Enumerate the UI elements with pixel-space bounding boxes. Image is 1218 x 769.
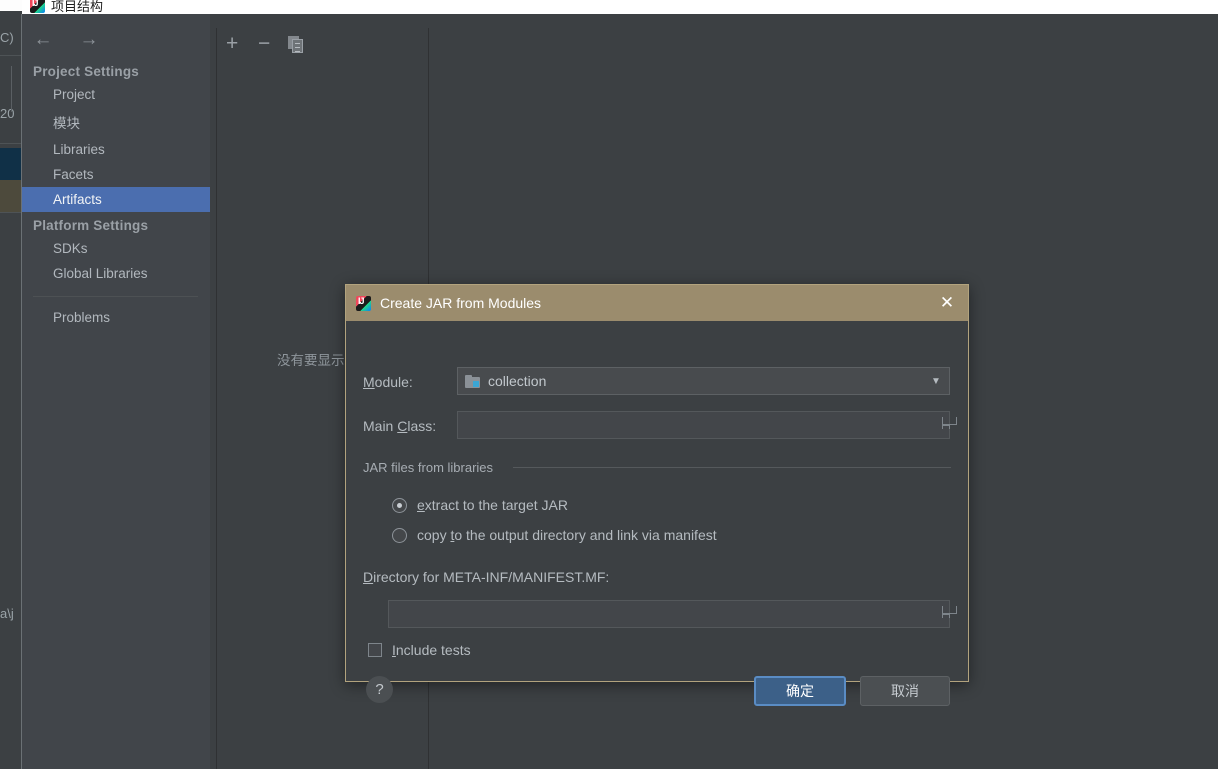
artifacts-list-divider — [216, 28, 217, 769]
module-selected-value: collection — [488, 373, 547, 389]
edge-divider-2 — [0, 143, 22, 144]
ok-button[interactable]: 确定 — [754, 676, 846, 706]
edge-text-mid: 20 — [0, 106, 15, 121]
manifest-dir-input[interactable] — [388, 600, 957, 628]
edge-divider-1 — [0, 55, 22, 56]
minus-icon[interactable] — [258, 33, 282, 57]
radio-extract-to-target-jar[interactable]: extract to the target JAR — [392, 497, 568, 513]
edge-vertical-rule — [11, 66, 12, 112]
main-class-label-row: Main Class: — [363, 418, 436, 434]
intellij-idea-logo-icon — [30, 0, 45, 13]
dialog-title-bar[interactable]: Create JAR from Modules ✕ — [346, 285, 968, 321]
sidebar-group-platform-settings: Platform Settings — [33, 218, 149, 233]
main-class-input[interactable] — [457, 411, 957, 439]
manifest-dir-label: Directory for META-INF/MANIFEST.MF: — [363, 569, 610, 585]
window-title-text: 项目结构 — [51, 0, 104, 14]
copy-front-sheet — [292, 39, 303, 53]
checkbox-unchecked-icon — [368, 643, 382, 657]
create-jar-dialog: Create JAR from Modules ✕ Module: collec… — [345, 284, 969, 706]
sidebar-item-modules[interactable]: 模块 — [22, 107, 210, 137]
close-icon[interactable]: ✕ — [934, 290, 960, 316]
libraries-group-title: JAR files from libraries — [363, 460, 494, 475]
sidebar-divider — [33, 296, 198, 297]
project-structure-sidebar: ← → Project Settings Project 模块 Librarie… — [22, 14, 210, 769]
sidebar-item-sdks[interactable]: SDKs — [22, 236, 210, 261]
sidebar-item-artifacts[interactable]: Artifacts — [22, 187, 210, 212]
radio-extract-label: extract to the target JAR — [417, 497, 568, 513]
plus-icon[interactable] — [226, 33, 250, 57]
libraries-group-rule — [513, 467, 951, 468]
screen-root: C) 20 a\j 项目结构 ← → Project Settings Proj… — [0, 0, 1218, 769]
copy-glyph — [288, 36, 306, 54]
arrow-right-icon[interactable]: → — [76, 26, 102, 52]
sidebar-item-problems[interactable]: Problems — [22, 305, 210, 330]
include-tests-checkbox-row[interactable]: Include tests — [368, 642, 471, 658]
edge-highlight-navy — [0, 148, 22, 180]
sidebar-group-project-settings: Project Settings — [33, 64, 139, 79]
window-title: 项目结构 — [30, 0, 103, 15]
sidebar-item-project[interactable]: Project — [22, 82, 210, 107]
edge-highlight-olive — [0, 180, 22, 212]
module-folder-icon — [465, 374, 480, 388]
arrow-left-icon[interactable]: ← — [30, 26, 56, 52]
copy-icon[interactable] — [288, 33, 312, 57]
manifest-dir-label-row: Directory for META-INF/MANIFEST.MF: — [363, 569, 609, 585]
radio-selected-icon — [392, 497, 407, 513]
module-label: Module: — [363, 374, 413, 390]
include-tests-label: Include tests — [392, 642, 471, 658]
main-class-label: Main Class: — [363, 418, 437, 434]
artifacts-toolbar — [210, 14, 1218, 62]
edge-text-top: C) — [0, 30, 14, 45]
dialog-title-text: Create JAR from Modules — [380, 295, 542, 311]
dialog-body: Module: collection ▼ Main Class: JAR fil… — [346, 321, 968, 706]
sidebar-item-facets[interactable]: Facets — [22, 162, 210, 187]
cancel-button[interactable]: 取消 — [860, 676, 950, 706]
edge-text-bottom: a\j — [0, 606, 14, 621]
sidebar-item-global-libraries[interactable]: Global Libraries — [22, 261, 210, 286]
sidebar-list: Project Settings Project 模块 Libraries Fa… — [22, 58, 210, 330]
intellij-idea-logo-icon — [356, 295, 371, 311]
radio-copy-to-output-directory[interactable]: copy to the output directory and link vi… — [392, 527, 717, 543]
chevron-down-icon[interactable]: ▼ — [923, 376, 949, 387]
help-button[interactable]: ? — [366, 676, 393, 703]
edge-white-strip — [0, 0, 22, 11]
radio-unselected-icon — [392, 527, 407, 543]
edge-divider-3 — [0, 212, 22, 213]
radio-copy-label: copy to the output directory and link vi… — [417, 527, 717, 543]
module-select[interactable]: collection ▼ — [457, 367, 950, 395]
sidebar-nav-controls: ← → — [30, 26, 102, 52]
module-label-row: Module: — [363, 374, 413, 390]
sidebar-item-libraries[interactable]: Libraries — [22, 137, 210, 162]
window-title-strip — [22, 0, 1218, 14]
